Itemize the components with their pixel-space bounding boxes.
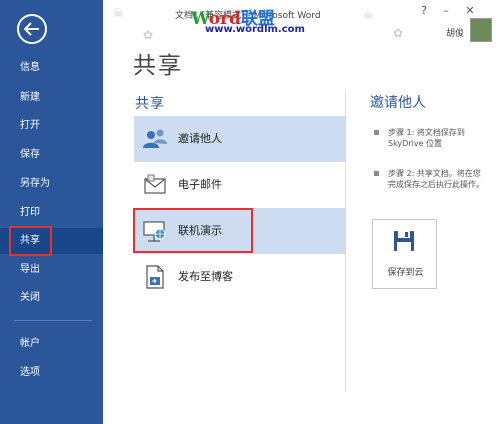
doodle-icon: ✿ — [143, 28, 154, 42]
save-to-cloud-label: 保存到云 — [387, 268, 424, 278]
bullet-icon — [374, 171, 379, 176]
nav-item-export[interactable]: 导出 — [0, 257, 103, 283]
backstage-sidebar: 信息 新建 打开 保存 另存为 打印 共享 导出 关闭 帐户 选项 — [0, 0, 103, 424]
step-text: 步骤 2: 共享文档。将在您完成保存之后执行此操作。 — [388, 169, 484, 189]
watermark-url: www.wordlm.com — [205, 24, 305, 35]
nav-item-close[interactable]: 关闭 — [0, 285, 103, 311]
help-button[interactable]: ? — [415, 4, 433, 17]
step-2: 步骤 2: 共享文档。将在您完成保存之后执行此操作。 — [374, 168, 484, 218]
doodle-icon: ✿ — [393, 26, 404, 40]
bullet-icon — [374, 130, 379, 135]
nav-item-open[interactable]: 打开 — [0, 113, 103, 139]
doodle-icon: ☠ — [363, 8, 374, 22]
page-title: 共享 — [133, 53, 183, 79]
nav-item-info[interactable]: 信息 — [0, 55, 103, 81]
nav-item-new[interactable]: 新建 — [0, 85, 103, 111]
present-online-highlight-box — [133, 208, 253, 253]
nav-item-print[interactable]: 打印 — [0, 200, 103, 226]
save-to-cloud-button[interactable]: 保存到云 — [372, 219, 437, 289]
nav-item-save[interactable]: 保存 — [0, 142, 103, 168]
email-icon — [144, 174, 166, 194]
share-option-label: 发布至博客 — [178, 270, 233, 283]
section-title: 共享 — [135, 96, 165, 112]
share-option-email[interactable]: 电子邮件 — [134, 162, 346, 208]
step-1: 步骤 1: 将文档保存到 SkyDrive 位置 — [374, 127, 484, 167]
nav-item-account[interactable]: 帐户 — [0, 331, 103, 357]
close-button[interactable]: ✕ — [461, 4, 479, 17]
blog-icon — [146, 265, 164, 289]
back-arrow-icon — [24, 22, 39, 36]
share-option-label: 电子邮件 — [178, 178, 222, 191]
share-highlight-box — [9, 226, 52, 256]
share-option-label: 邀请他人 — [178, 132, 222, 145]
avatar[interactable] — [470, 18, 492, 42]
user-name[interactable]: 胡俊 — [446, 26, 464, 39]
title-bar: ☠ ✿ ☠ ✿ 文档1 [兼容模式] - Microsoft Word ? – … — [103, 0, 500, 46]
share-option-blog[interactable]: 发布至博客 — [134, 254, 346, 300]
nav-item-save-as[interactable]: 另存为 — [0, 171, 103, 197]
share-option-invite[interactable]: 邀请他人 — [134, 116, 346, 162]
step-text: 步骤 1: 将文档保存到 SkyDrive 位置 — [388, 128, 465, 148]
people-icon — [143, 129, 167, 148]
nav-item-options[interactable]: 选项 — [0, 360, 103, 386]
nav-divider — [14, 320, 92, 321]
floppy-disk-icon — [394, 231, 414, 251]
minimize-button[interactable]: – — [437, 4, 455, 17]
invite-panel-title: 邀请他人 — [370, 95, 426, 111]
back-button[interactable] — [17, 14, 47, 44]
doodle-icon: ☠ — [113, 6, 124, 20]
